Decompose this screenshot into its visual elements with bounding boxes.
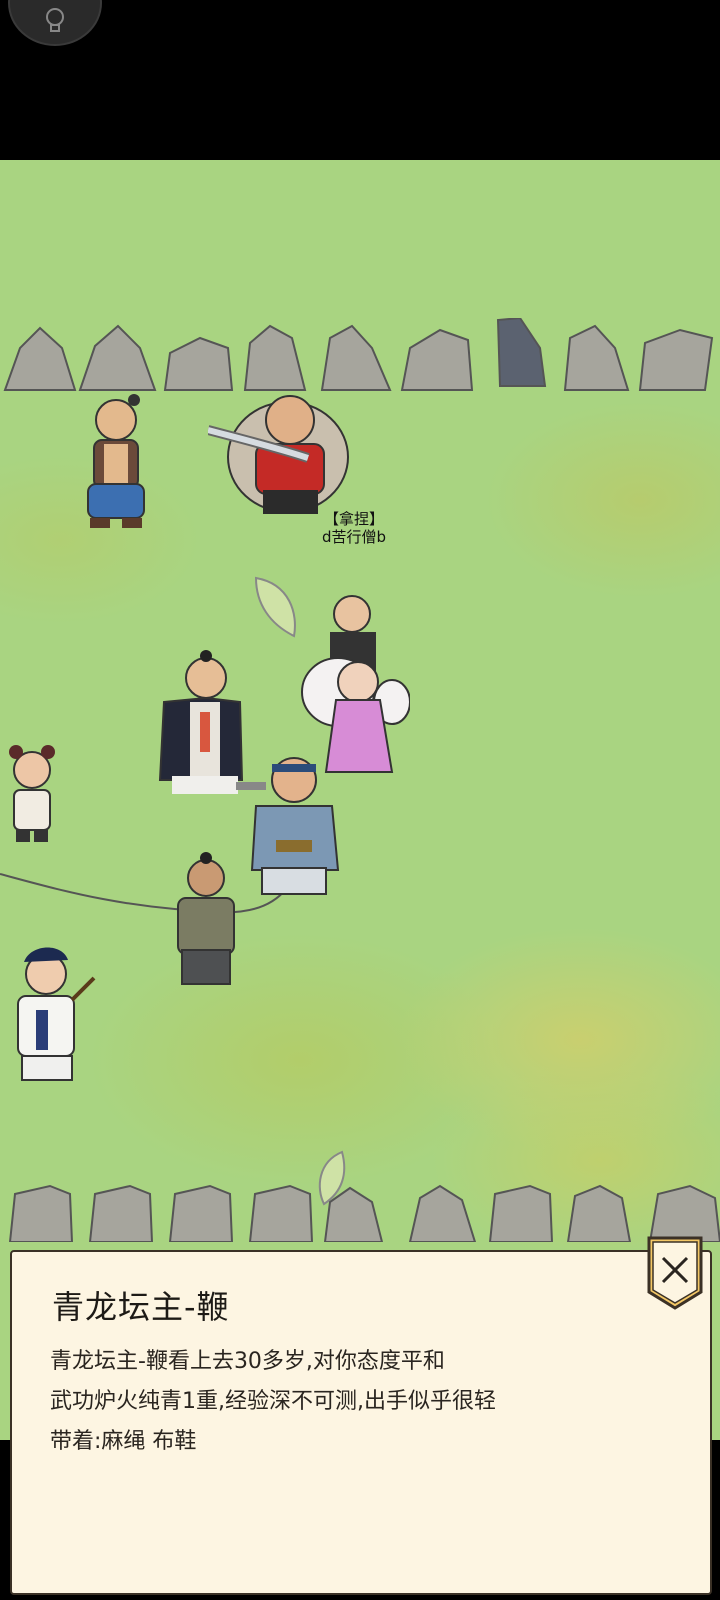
leaf-decoration bbox=[254, 576, 296, 638]
npc-description: 青龙坛主-鞭看上去30多岁,对你态度平和 武功炉火纯青1重,经验深不可测,出手似… bbox=[50, 1342, 496, 1462]
npc-name-tag[interactable]: 【拿捏】 d苦行僧b bbox=[322, 510, 386, 546]
close-button[interactable] bbox=[645, 1236, 705, 1310]
npc-qinglong-whip[interactable] bbox=[150, 650, 246, 800]
game-map[interactable]: 【拿捏】 d苦行僧b bbox=[0, 160, 720, 1440]
npc-girl-red[interactable] bbox=[2, 742, 62, 852]
close-icon bbox=[647, 1236, 703, 1310]
npc-info-panel: 青龙坛主-鞭 青龙坛主-鞭看上去30多岁,对你态度平和 武功炉火纯青1重,经验深… bbox=[10, 1250, 712, 1595]
npc-villager[interactable] bbox=[166, 852, 246, 994]
floating-bulb-button[interactable] bbox=[8, 0, 102, 46]
status-area bbox=[0, 0, 720, 160]
npc-young-swordsman[interactable] bbox=[6, 940, 98, 1090]
npc-name-label: d苦行僧b bbox=[322, 528, 387, 546]
npc-title: 青龙坛主-鞭 bbox=[52, 1288, 230, 1326]
npc-burly-fighter[interactable] bbox=[236, 750, 346, 910]
npc-desc-line: 带着:麻绳 布鞋 bbox=[50, 1429, 197, 1454]
leaf-decoration bbox=[318, 1150, 346, 1206]
bulb-icon bbox=[46, 8, 64, 32]
npc-bald-monk[interactable] bbox=[66, 388, 162, 538]
npc-desc-line: 青龙坛主-鞭看上去30多岁,对你态度平和 bbox=[50, 1349, 445, 1374]
npc-desc-line: 武功炉火纯青1重,经验深不可测,出手似乎很轻 bbox=[50, 1389, 496, 1414]
npc-action-label: 【拿捏】 bbox=[324, 510, 385, 528]
